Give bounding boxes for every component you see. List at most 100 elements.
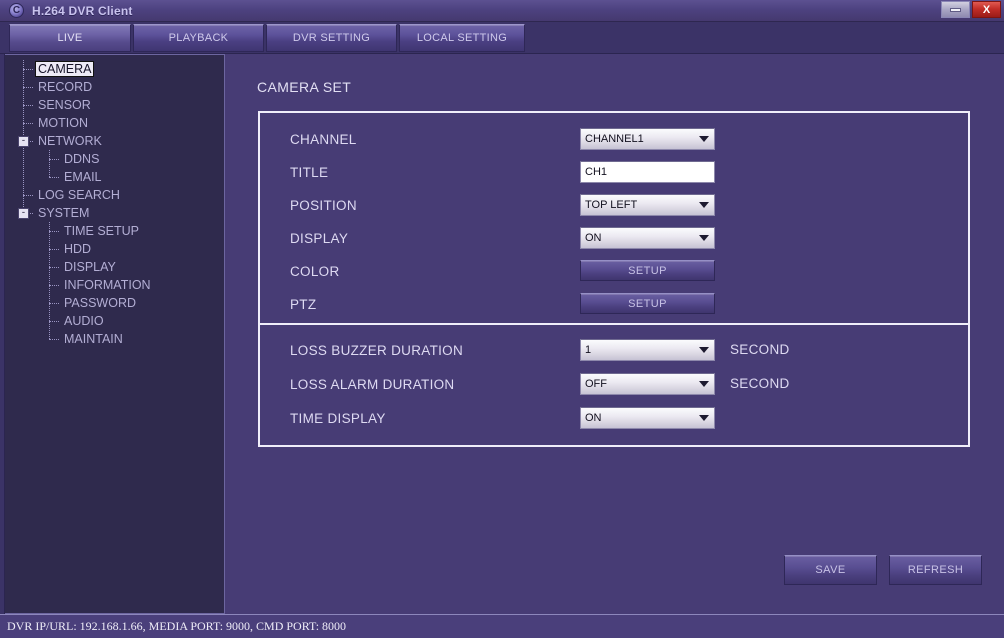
sidebar-item-label: DDNS (64, 152, 100, 166)
sidebar-item-motion[interactable]: MOTION (5, 114, 224, 132)
sidebar-item-label: INFORMATION (64, 278, 151, 292)
label-display: DISPLAY (290, 230, 349, 246)
tab-live-label: LIVE (57, 32, 83, 44)
tree-branch-icon (23, 86, 33, 88)
select-time-display[interactable]: ONOFF (580, 407, 715, 429)
select-loss-alarm-duration-input[interactable]: OFF123510 (580, 373, 715, 395)
tree-branch-icon (23, 104, 33, 106)
tab-local-setting-label: LOCAL SETTING (416, 32, 508, 44)
sidebar-item-label: LOG SEARCH (38, 188, 120, 202)
tree-collapse-icon[interactable]: - (18, 135, 29, 147)
tree-branch-icon (49, 302, 59, 304)
input-title[interactable] (580, 161, 715, 183)
tree-branch-icon (49, 158, 59, 160)
label-loss-alarm-duration: LOSS ALARM DURATION (290, 376, 455, 392)
tree-branch-icon (49, 284, 59, 286)
sidebar-item-time-setup[interactable]: TIME SETUP (5, 222, 224, 240)
window-title: H.264 DVR Client (32, 3, 133, 18)
control-loss-buzzer-duration: OFF123510 (580, 339, 715, 361)
sidebar-item-ddns[interactable]: DDNS (5, 150, 224, 168)
select-position-input[interactable]: TOP LEFTTOP RIGHTBOTTOM LEFTBOTTOM RIGHT (580, 194, 715, 216)
tree-branch-icon (49, 266, 59, 268)
sidebar-item-information[interactable]: INFORMATION (5, 276, 224, 294)
select-channel-input[interactable]: CHANNEL1CHANNEL2CHANNEL3CHANNEL4 (580, 128, 715, 150)
select-loss-alarm-duration[interactable]: OFF123510 (580, 373, 715, 395)
tree-collapse-icon[interactable]: - (18, 207, 29, 219)
form-row-channel: CHANNEL (290, 127, 357, 151)
sidebar-item-label: SENSOR (38, 98, 91, 112)
sidebar-item-audio[interactable]: AUDIO (5, 312, 224, 330)
label-color: COLOR (290, 263, 340, 279)
minimize-button[interactable] (941, 1, 970, 18)
control-title (580, 161, 715, 183)
sidebar-item-hdd[interactable]: HDD (5, 240, 224, 258)
select-position[interactable]: TOP LEFTTOP RIGHTBOTTOM LEFTBOTTOM RIGHT (580, 194, 715, 216)
select-display-input[interactable]: ONOFF (580, 227, 715, 249)
unit-loss-alarm-duration: SECOND (730, 376, 790, 391)
tree-branch-icon (49, 248, 59, 250)
sidebar-item-label: MOTION (38, 116, 88, 130)
label-title: TITLE (290, 164, 329, 180)
tree-branch-icon (49, 320, 59, 322)
tab-playback-label: PLAYBACK (168, 32, 229, 44)
sidebar-item-password[interactable]: PASSWORD (5, 294, 224, 312)
sidebar-item-sensor[interactable]: SENSOR (5, 96, 224, 114)
sidebar-item-label: EMAIL (64, 170, 102, 184)
close-button[interactable]: X (972, 1, 1001, 18)
refresh-button[interactable]: REFRESH (889, 555, 982, 585)
settings-tree-panel: CAMERA RECORD SENSOR MOTION - NETWORK DDNS EMAI… (5, 54, 225, 614)
tab-dvr-setting[interactable]: DVR SETTING (266, 24, 397, 52)
sidebar-item-network[interactable]: - NETWORK (5, 132, 224, 150)
select-channel[interactable]: CHANNEL1CHANNEL2CHANNEL3CHANNEL4 (580, 128, 715, 150)
select-time-display-input[interactable]: ONOFF (580, 407, 715, 429)
sidebar-item-label: SYSTEM (38, 206, 90, 220)
sidebar-item-label: HDD (64, 242, 92, 256)
panel-divider (260, 323, 968, 325)
sidebar-item-system[interactable]: - SYSTEM (5, 204, 224, 222)
tab-local-setting[interactable]: LOCAL SETTING (399, 24, 525, 52)
sidebar-item-maintain[interactable]: MAINTAIN (5, 330, 224, 348)
sidebar-item-log-search[interactable]: LOG SEARCH (5, 186, 224, 204)
sidebar-item-label: PASSWORD (64, 296, 136, 310)
form-row-position: POSITION (290, 193, 357, 217)
tree-branch-icon (23, 194, 33, 196)
sidebar-item-label: RECORD (38, 80, 93, 94)
ptz-setup-button-label: SETUP (628, 297, 667, 310)
label-position: POSITION (290, 197, 357, 213)
minimize-icon (950, 7, 961, 12)
control-channel: CHANNEL1CHANNEL2CHANNEL3CHANNEL4 (580, 128, 715, 150)
sidebar-item-label: TIME SETUP (64, 224, 140, 238)
save-button[interactable]: SAVE (784, 555, 877, 585)
control-time-display: ONOFF (580, 407, 715, 429)
footer-buttons: SAVE REFRESH (784, 555, 982, 585)
tree-branch-icon (23, 122, 33, 124)
label-time-display: TIME DISPLAY (290, 410, 386, 426)
sidebar-item-record[interactable]: RECORD (5, 78, 224, 96)
app-logo-icon: C (9, 3, 24, 18)
sidebar-item-camera[interactable]: CAMERA (5, 60, 224, 78)
tree-branch-icon (49, 230, 59, 232)
label-ptz: PTZ (290, 296, 317, 312)
control-ptz: SETUP (580, 293, 715, 314)
sidebar-item-email[interactable]: EMAIL (5, 168, 224, 186)
ptz-setup-button[interactable]: SETUP (580, 293, 715, 314)
window-controls: X (941, 1, 1001, 18)
main-content: CAMERA SET CHANNEL CHANNEL1CHANNEL2CHANNE… (226, 54, 1004, 614)
sidebar-item-label: CAMERA (35, 61, 95, 77)
select-display[interactable]: ONOFF (580, 227, 715, 249)
form-row-loss-alarm-duration: LOSS ALARM DURATION (290, 372, 454, 396)
tab-dvr-setting-label: DVR SETTING (292, 32, 371, 44)
form-row-color: COLOR (290, 259, 340, 283)
color-setup-button[interactable]: SETUP (580, 260, 715, 281)
tab-playback[interactable]: PLAYBACK (133, 24, 264, 52)
dvr-client-window: C H.264 DVR Client X LIVE PLAYBACK DVR S… (0, 0, 1004, 638)
app-logo-glyph: C (12, 4, 21, 16)
tab-live[interactable]: LIVE (9, 24, 131, 52)
sidebar-item-label: AUDIO (64, 314, 104, 328)
select-loss-buzzer-duration[interactable]: OFF123510 (580, 339, 715, 361)
form-row-time-display: TIME DISPLAY (290, 406, 386, 430)
sidebar-item-label: MAINTAIN (64, 332, 123, 346)
close-icon: X (982, 3, 991, 16)
sidebar-item-display[interactable]: DISPLAY (5, 258, 224, 276)
select-loss-buzzer-duration-input[interactable]: OFF123510 (580, 339, 715, 361)
